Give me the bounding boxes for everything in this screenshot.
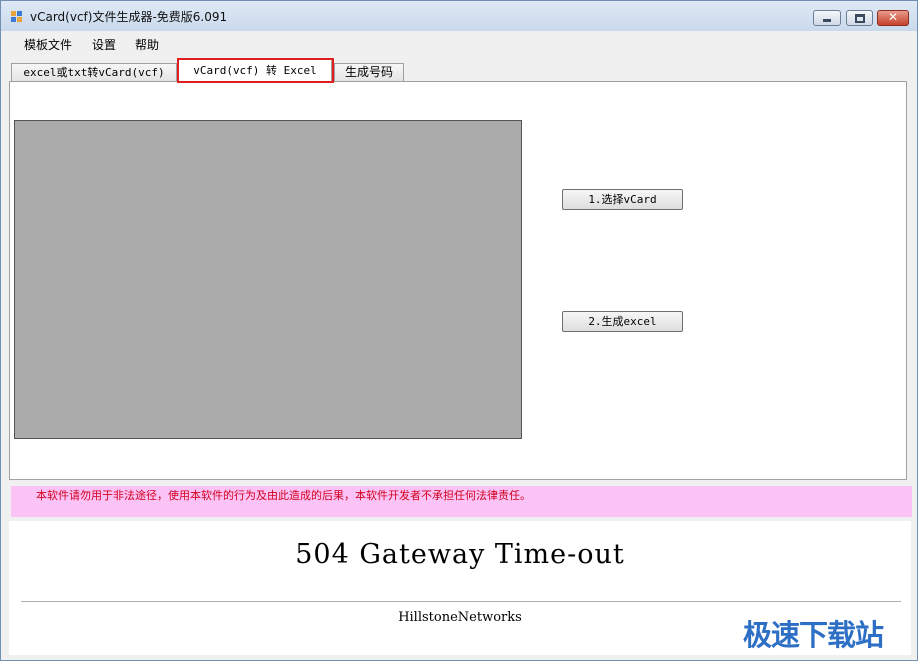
menu-item-template-file[interactable]: 模板文件 — [24, 36, 72, 53]
generate-excel-button[interactable]: 2.生成excel — [562, 311, 683, 332]
tab-generate-numbers[interactable]: 生成号码 — [334, 63, 404, 81]
menu-item-help[interactable]: 帮助 — [135, 36, 159, 53]
minimize-button[interactable] — [813, 10, 841, 26]
close-button[interactable]: ✕ — [877, 10, 909, 26]
disclaimer-text: 本软件请勿用于非法途径，使用本软件的行为及由此造成的后果，本软件开发者不承担任何… — [36, 489, 531, 502]
menu-bar: 模板文件 设置 帮助 — [2, 31, 916, 56]
close-icon: ✕ — [887, 10, 899, 24]
tab-excel-to-vcard[interactable]: excel或txt转vCard(vcf) — [11, 63, 177, 81]
window-title: vCard(vcf)文件生成器-免费版6.091 — [30, 10, 228, 24]
disclaimer-banner: 本软件请勿用于非法途径，使用本软件的行为及由此造成的后果，本软件开发者不承担任何… — [11, 486, 912, 517]
divider — [21, 601, 901, 602]
app-icon — [11, 11, 23, 23]
watermark-logo: 极速下载站 — [743, 618, 884, 652]
preview-area — [14, 120, 522, 439]
title-bar[interactable]: vCard(vcf)文件生成器-免费版6.091 ✕ — [1, 1, 917, 31]
menu-item-settings[interactable]: 设置 — [92, 36, 116, 53]
maximize-button[interactable] — [846, 10, 873, 26]
app-window: vCard(vcf)文件生成器-免费版6.091 ✕ 模板文件 设置 帮助 ex… — [0, 0, 918, 661]
select-vcard-button[interactable]: 1.选择vCard — [562, 189, 683, 210]
error-title: 504 Gateway Time-out — [295, 539, 625, 570]
active-tab-highlight — [177, 58, 334, 83]
